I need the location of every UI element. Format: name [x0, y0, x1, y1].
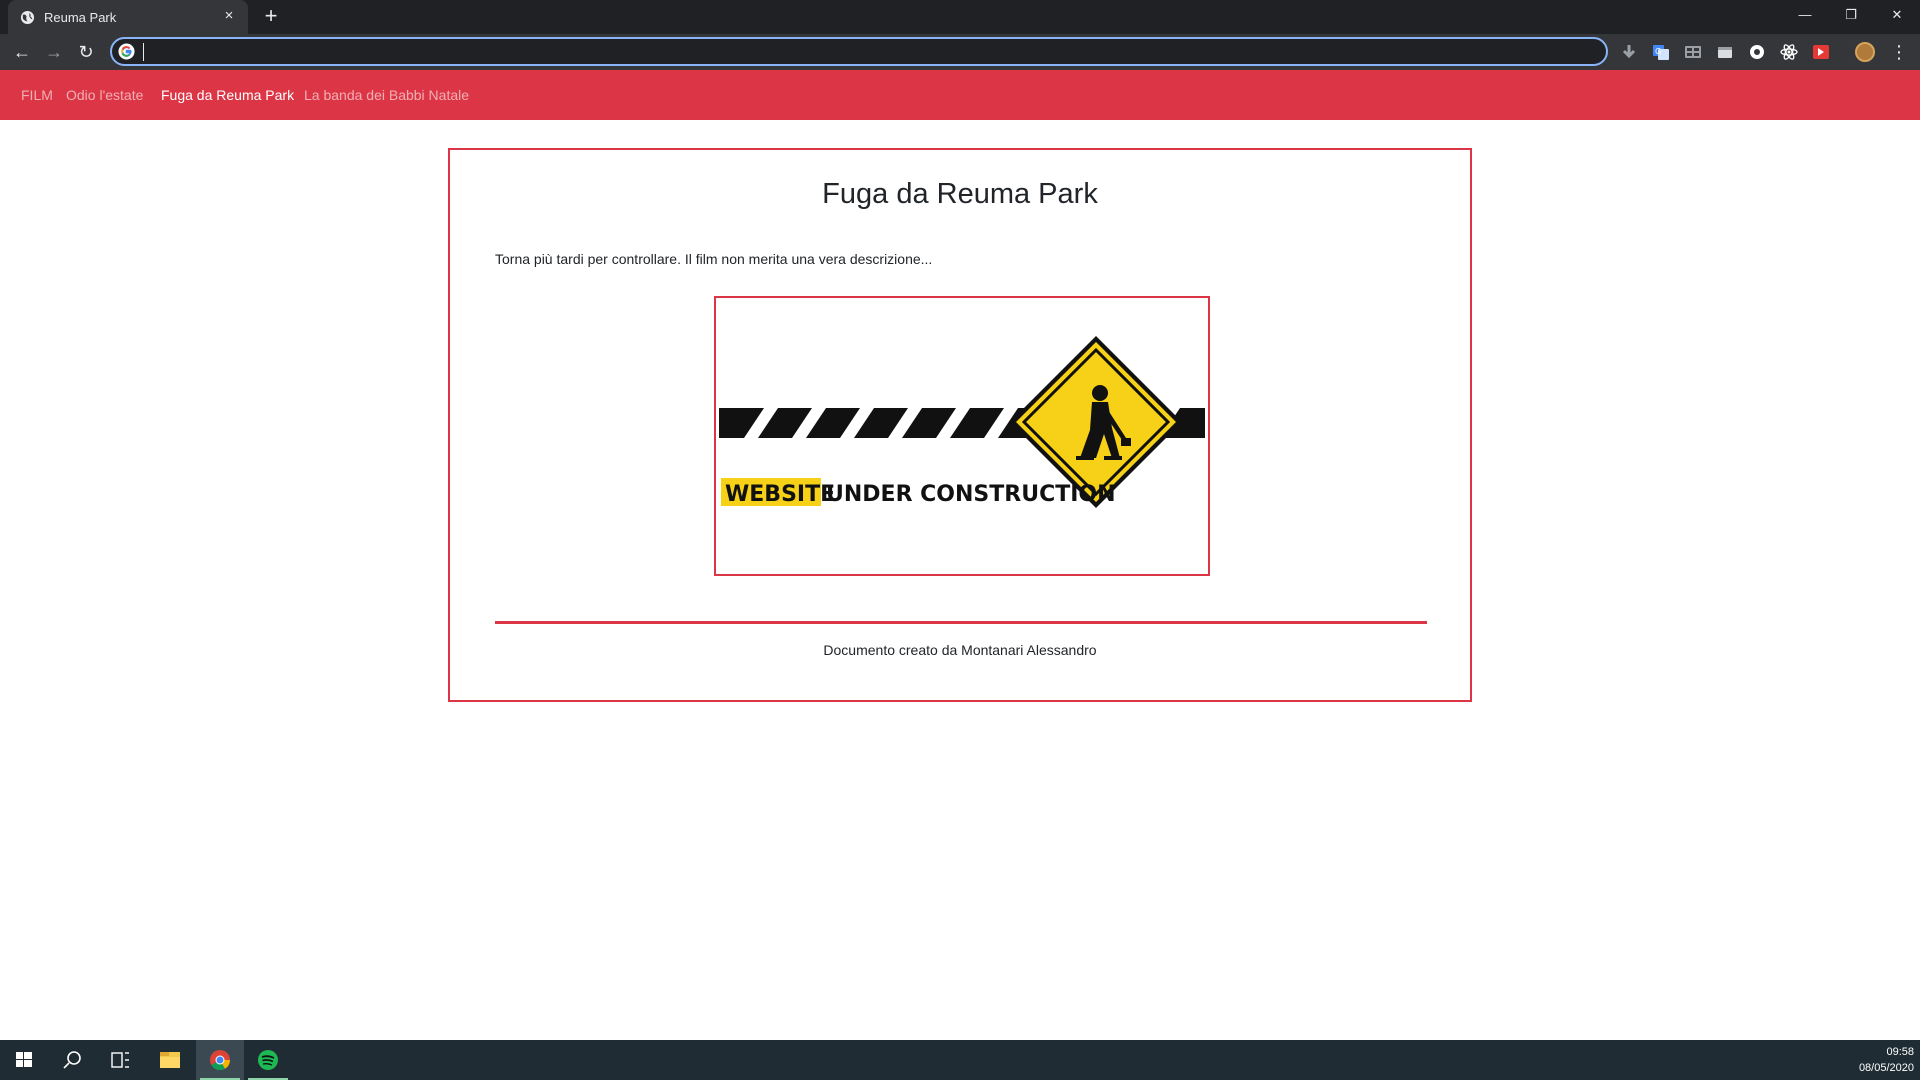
forward-button[interactable]: → — [40, 39, 68, 65]
search-button[interactable] — [48, 1040, 96, 1080]
under-construction-image: WEBSITE UNDER CONSTRUCTION — [714, 296, 1210, 576]
footer-divider — [495, 621, 1427, 624]
close-icon: ✕ — [1891, 7, 1903, 22]
reload-icon: ↻ — [78, 42, 94, 62]
nav-item-la-banda-dei-babbi-natale[interactable]: La banda dei Babbi Natale — [304, 87, 469, 103]
circle-extension-icon[interactable] — [1748, 43, 1766, 61]
reload-button[interactable]: ↻ — [72, 39, 100, 65]
browser-menu-button[interactable]: ⋮ — [1890, 39, 1908, 65]
spotify-icon — [258, 1050, 278, 1070]
system-clock[interactable]: 09:58 08/05/2020 — [1859, 1044, 1914, 1076]
back-arrow-icon: ← — [13, 42, 31, 62]
folder-icon — [160, 1052, 180, 1068]
content-card: Fuga da Reuma Park Torna più tardi per c… — [448, 148, 1472, 702]
windows-logo-icon — [16, 1052, 32, 1067]
video-extension-icon[interactable] — [1812, 43, 1830, 61]
browser-toolbar: ← → ↻ G ⋮ — [0, 34, 1920, 70]
translate-extension-icon[interactable]: G — [1652, 43, 1670, 61]
restore-button[interactable]: ❐ — [1828, 0, 1874, 34]
browser-tab[interactable]: Reuma Park × — [8, 0, 248, 34]
minimize-icon: — — [1798, 7, 1812, 22]
clock-time: 09:58 — [1886, 1046, 1914, 1058]
google-icon — [118, 43, 135, 60]
file-explorer-button[interactable] — [146, 1040, 194, 1080]
banner-word-website: WEBSITE — [725, 482, 835, 507]
task-view-button[interactable] — [96, 1040, 144, 1080]
text-caret — [143, 43, 144, 61]
task-view-icon — [111, 1052, 129, 1068]
start-button[interactable] — [0, 1040, 48, 1080]
navbar-brand-film[interactable]: FILM — [21, 87, 53, 103]
grid-extension-icon[interactable] — [1684, 43, 1702, 61]
restore-icon: ❐ — [1845, 7, 1857, 22]
globe-icon — [20, 10, 35, 25]
search-icon — [63, 1051, 81, 1069]
browser-titlebar: Reuma Park × + — ❐ ✕ — [0, 0, 1920, 34]
chrome-icon — [210, 1050, 231, 1071]
minimize-button[interactable]: — — [1782, 0, 1828, 34]
clock-date: 08/05/2020 — [1858, 1062, 1914, 1074]
address-bar[interactable] — [110, 37, 1608, 66]
nav-item-fuga-da-reuma-park[interactable]: Fuga da Reuma Park — [161, 87, 294, 103]
forward-arrow-icon: → — [45, 42, 63, 62]
site-navbar: FILM Odio l'estate Fuga da Reuma Park La… — [0, 70, 1920, 120]
react-extension-icon[interactable] — [1780, 43, 1798, 61]
construction-text: WEBSITE UNDER CONSTRUCTION — [721, 478, 1116, 507]
spotify-taskbar-button[interactable] — [244, 1040, 292, 1080]
back-button[interactable]: ← — [8, 39, 36, 65]
page-title: Fuga da Reuma Park — [822, 178, 1098, 210]
tab-close-icon[interactable]: × — [220, 7, 238, 25]
svg-text:G: G — [1655, 47, 1661, 56]
new-tab-button[interactable]: + — [260, 5, 282, 28]
address-input[interactable] — [142, 41, 1542, 63]
tab-title: Reuma Park — [44, 10, 117, 25]
profile-avatar[interactable] — [1855, 42, 1875, 62]
window-extension-icon[interactable] — [1716, 43, 1734, 61]
chrome-taskbar-button[interactable] — [196, 1040, 244, 1080]
more-vert-icon: ⋮ — [1890, 42, 1908, 62]
nav-item-odio-lestate[interactable]: Odio l'estate — [66, 87, 143, 103]
banner-word-under-construction: UNDER CONSTRUCTION — [826, 482, 1116, 507]
os-taskbar: 09:58 08/05/2020 — [0, 1040, 1920, 1080]
page-description: Torna più tardi per controllare. Il film… — [495, 251, 933, 267]
close-window-button[interactable]: ✕ — [1874, 0, 1920, 34]
footer-credit: Documento creato da Montanari Alessandro — [823, 642, 1097, 658]
download-extension-icon[interactable] — [1620, 43, 1638, 61]
under-construction-illustration: WEBSITE UNDER CONSTRUCTION — [719, 336, 1205, 508]
